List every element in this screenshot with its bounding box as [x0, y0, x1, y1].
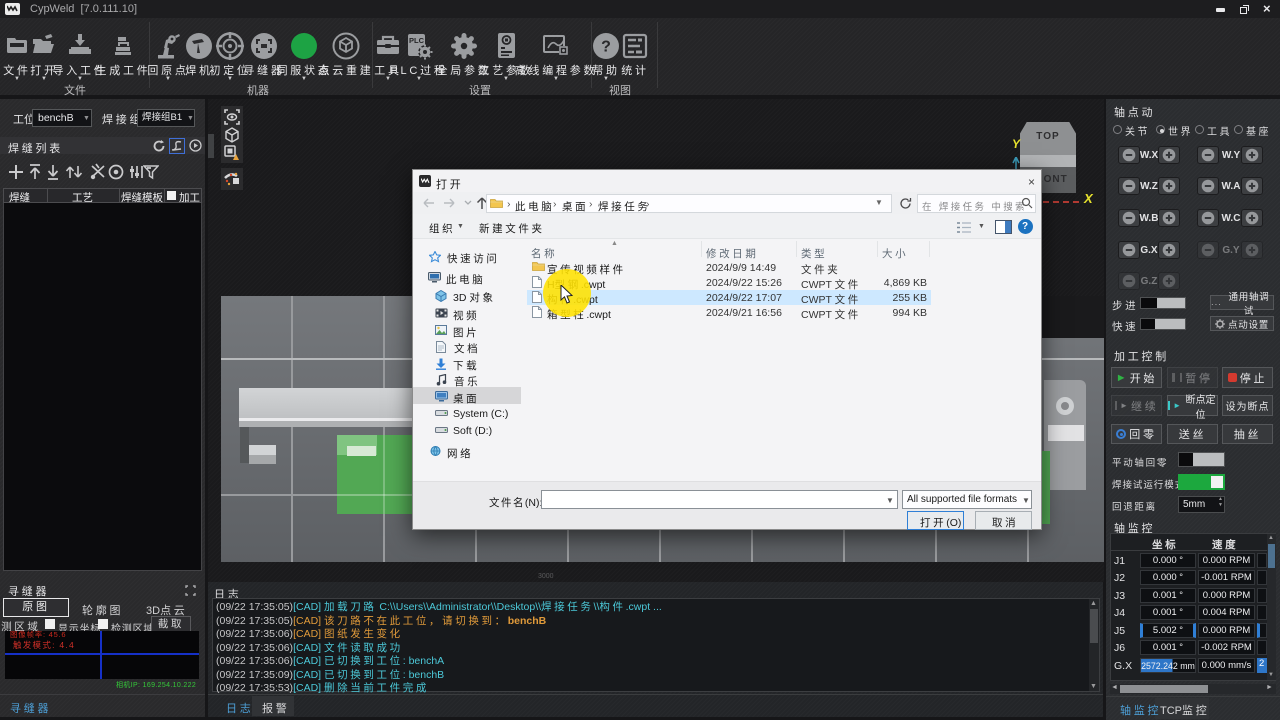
svg-text:PLC: PLC — [409, 36, 425, 45]
